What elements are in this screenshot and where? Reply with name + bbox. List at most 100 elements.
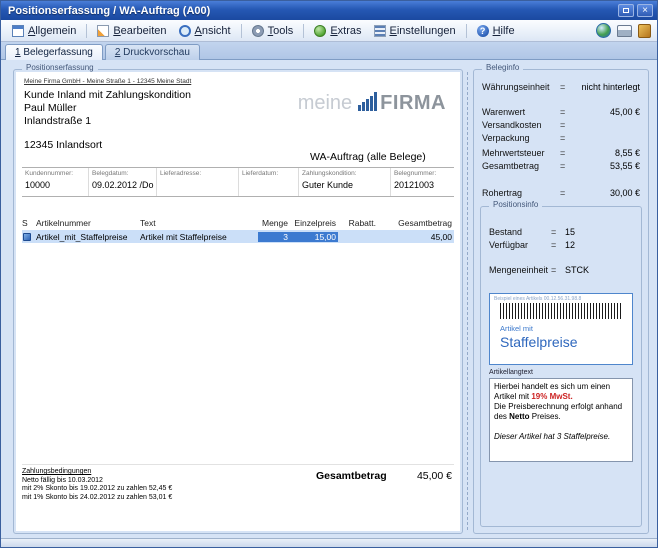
field-value: 09.02.2012 /Do [92,180,156,190]
field-label: Kundennummer: [25,170,88,177]
info-row-warenwert: Warenwert = 45,00 € [482,107,640,120]
info-label: Währungseinheit [482,82,550,92]
beleginfo-panel: Beleginfo Währungseinheit = nicht hinter… [473,69,649,534]
menu-label: Einstellungen [390,25,456,37]
langtext-line: des [494,412,509,421]
info-label: Mehrwertsteuer [482,148,545,158]
field-kundennummer: Kundennummer: 10000 [22,168,88,196]
field-lieferdatum: Lieferdatum: [238,168,298,196]
globe-icon[interactable] [596,23,611,38]
separator [241,24,242,38]
total-value: 45,00 € [417,470,452,482]
article-image-text-large: Staffelpreise [500,334,632,350]
menu-extras[interactable]: Extras [309,23,366,39]
equals-sign: = [560,188,565,198]
extras-icon [314,25,326,37]
info-label: Rohertrag [482,188,522,198]
langtext-line: Die Preisberechnung erfolgt anhand [494,402,622,411]
info-row-mengeneinheit: Mengeneinheit = STCK [489,265,633,278]
info-value: 53,55 € [610,161,640,171]
menu-hilfe[interactable]: ? Hilfe [472,23,520,39]
payment-term-line: Netto fällig bis 10.03.2012 [22,477,454,484]
info-value: 15 [565,227,575,237]
printer-icon[interactable] [617,25,632,37]
tab-label: Druckvorschau [120,47,189,58]
separator [466,24,467,38]
field-label: Lieferdatum: [242,170,298,177]
article-image-caption: Beispiel eines Artikels 00.12.56.31.98.8 [494,296,628,302]
langtext-red: 19% MwSt. [531,392,572,401]
equals-sign: = [560,161,565,171]
langtext-title: Artikellangtext [489,369,533,376]
beleginfo-rows: Währungseinheit = nicht hinterlegt Waren… [482,82,640,201]
field-value: 20121003 [394,180,454,190]
info-value: 45,00 € [610,107,640,117]
field-label: Lieferadresse: [160,170,238,177]
main-area: Positionserfassung Meine Firma GmbH - Me… [1,60,657,538]
toolbar-right-icons [596,23,651,38]
info-label: Warenwert [482,107,525,117]
form-icon [12,25,24,37]
info-value: 30,00 € [610,188,640,198]
view-icon [179,25,191,37]
info-label: Verfügbar [489,240,528,250]
status-bar [1,538,657,547]
langtext-italic: Dieser Artikel hat 3 Staffelpreise. [494,432,628,442]
payment-term-line: mit 2% Skonto bis 19.02.2012 zu zahlen 5… [22,485,454,492]
positionsinfo-rows: Bestand = 15 Verfügbar = 12 Mengeneinhei… [489,227,633,278]
equals-sign: = [560,148,565,158]
field-label: Belegdatum: [92,170,156,177]
column-header: Artikelnummer [36,218,140,228]
field-lieferadresse: Lieferadresse: [156,168,238,196]
field-zahlungskondition: Zahlungskondition: Guter Kunde [298,168,390,196]
edit-icon [97,25,109,37]
title-bar: Positionserfassung / WA-Auftrag (A00) × [1,1,657,20]
cell-artikelnummer: Artikel_mit_Staffelpreise [36,232,140,242]
cell-menge[interactable]: 3 [258,232,290,242]
equals-sign: = [560,82,565,92]
equals-sign: = [560,133,565,143]
document-preview: Meine Firma GmbH - Meine Straße 1 - 1234… [16,72,460,531]
logo-text-light: meine [298,93,352,113]
tab-label: Belegerfassung [21,47,93,58]
equals-sign: = [551,240,556,250]
info-label: Bestand [489,227,522,237]
tab-belegerfassung[interactable]: 1 Belegerfassung [5,44,103,60]
equals-sign: = [551,227,556,237]
menu-ansicht[interactable]: Ansicht [174,23,236,39]
article-image: Beispiel eines Artikels 00.12.56.31.98.8… [489,293,633,365]
help-icon: ? [477,25,489,37]
recipient-name: Kunde Inland mit Zahlungskondition [24,89,191,101]
field-belegdatum: Belegdatum: 09.02.2012 /Do [88,168,156,196]
menu-tools[interactable]: Tools [247,23,299,39]
status-cell [22,233,36,241]
menu-allgemein[interactable]: Allgemein [7,23,81,39]
close-button[interactable]: × [637,4,653,17]
column-header: Gesamtbetrag [378,218,454,228]
restore-button[interactable] [618,4,634,17]
panel-splitter[interactable] [467,72,468,530]
tab-bar: 1 Belegerfassung 2 Druckvorschau [1,42,657,60]
positionsinfo-panel: Positionsinfo Bestand = 15 Verfügbar = 1… [480,206,642,527]
recipient-contact: Paul Müller [24,102,77,114]
table-row[interactable]: Artikel_mit_Staffelpreise Artikel mit St… [22,230,454,243]
menu-einstellungen[interactable]: Einstellungen [369,23,461,39]
tab-druckvorschau[interactable]: 2 Druckvorschau [105,44,200,60]
menu-label: Hilfe [493,25,515,37]
separator [86,24,87,38]
info-row-verpackung: Verpackung = [482,133,640,146]
exit-icon[interactable] [638,24,651,38]
document-type: WA-Auftrag (alle Belege) [310,151,426,163]
window-title: Positionserfassung / WA-Auftrag (A00) [8,5,615,17]
column-header: Einzelpreis [290,218,338,228]
info-row-bestand: Bestand = 15 [489,227,633,240]
column-header: Menge [258,218,290,228]
panel-title: Positionserfassung [22,63,98,72]
field-belegnummer: Belegnummer: 20121003 [390,168,454,196]
info-row-verfuegbar: Verfügbar = 12 [489,240,633,253]
sender-line: Meine Firma GmbH - Meine Straße 1 - 1234… [24,78,191,85]
menu-bearbeiten[interactable]: Bearbeiten [92,23,171,39]
info-label: Versandkosten [482,120,542,130]
cell-einzelpreis[interactable]: 15,00 [290,232,338,242]
bar-chart-icon [358,92,377,111]
